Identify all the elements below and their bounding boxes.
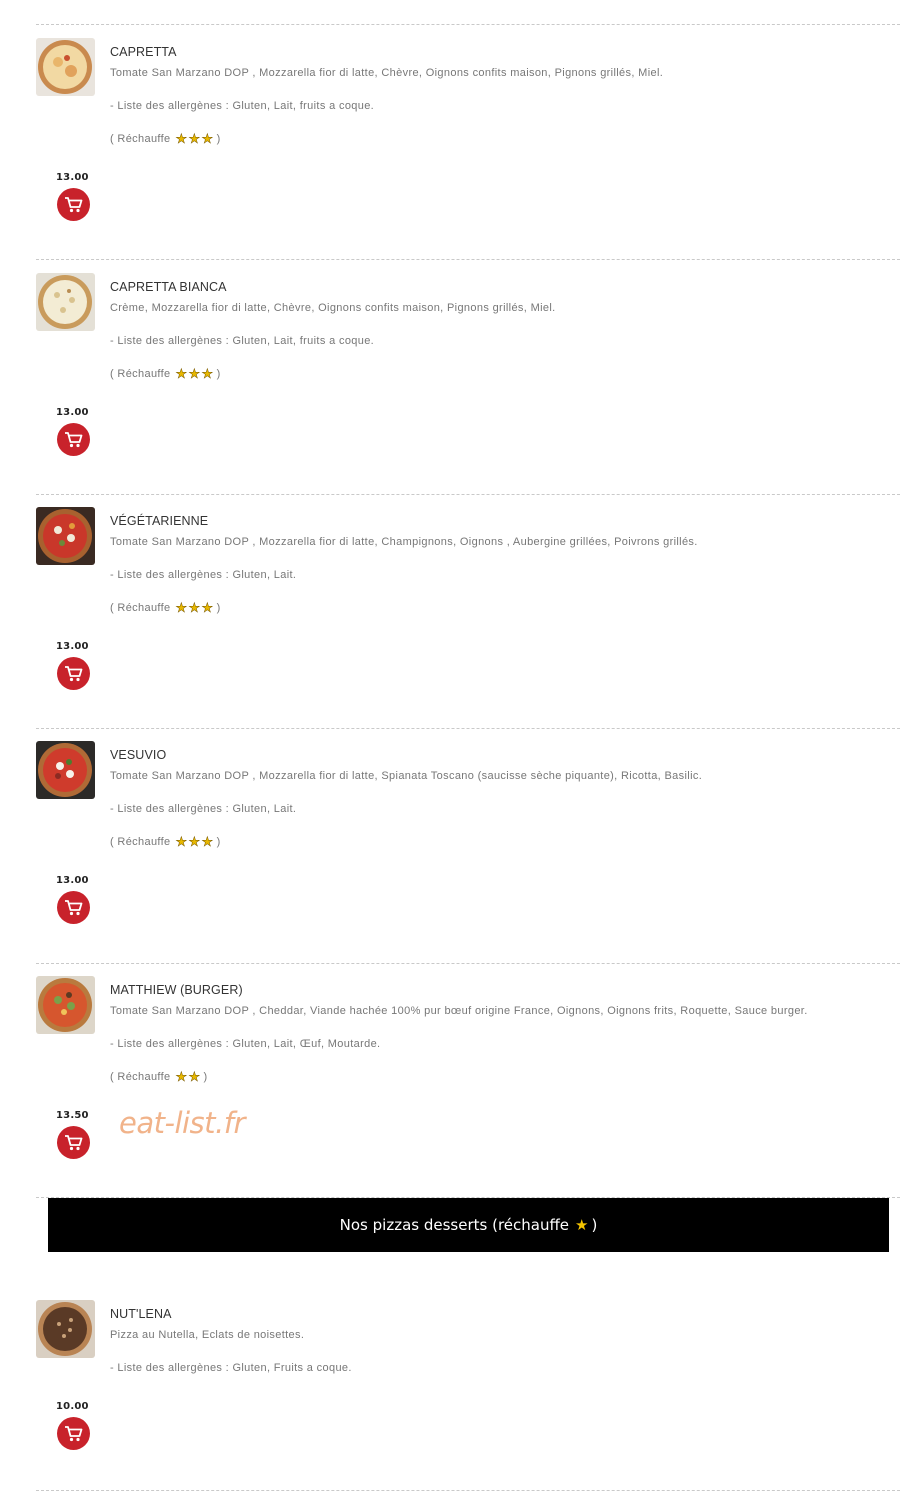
star-icon: ★ <box>175 834 188 849</box>
cart-icon <box>65 900 83 916</box>
item-price: 13.00 <box>56 407 89 418</box>
item-description: Tomate San Marzano DOP , Mozzarella fior… <box>110 67 664 79</box>
add-to-cart-button[interactable] <box>57 1126 90 1159</box>
item-price: 13.00 <box>56 172 89 183</box>
item-allergens: - Liste des allergènes : Gluten, Lait. <box>110 803 297 815</box>
star-icon: ★ <box>201 131 214 146</box>
item-name: CAPRETTA <box>110 45 177 59</box>
item-name: MATTHIEW (BURGER) <box>110 983 243 997</box>
star-icon: ★ <box>201 834 214 849</box>
item-divider <box>36 24 900 25</box>
add-to-cart-button[interactable] <box>57 657 90 690</box>
item-price: 13.50 <box>56 1110 89 1121</box>
heat-level: ( Réchauffe ★ ★ ★ ) <box>110 834 221 849</box>
menu-item: NUT'LENA Pizza au Nutella, Eclats de noi… <box>36 1300 900 1500</box>
add-to-cart-button[interactable] <box>57 891 90 924</box>
watermark: eat-list.fr <box>119 1106 245 1140</box>
cart-icon <box>65 197 83 213</box>
heat-label: ( Réchauffe <box>110 1070 171 1083</box>
section-header-dessert-pizzas: Nos pizzas desserts (réchauffe ★ ) <box>48 1198 889 1252</box>
heat-label: ( Réchauffe <box>110 601 171 614</box>
star-icon: ★ <box>175 131 188 146</box>
heat-close: ) <box>203 1070 208 1083</box>
add-to-cart-button[interactable] <box>57 1417 90 1450</box>
pizza-image[interactable] <box>36 976 95 1034</box>
heat-close: ) <box>216 835 221 848</box>
item-divider <box>36 728 900 729</box>
item-allergens: - Liste des allergènes : Gluten, Lait, f… <box>110 100 375 112</box>
item-description: Tomate San Marzano DOP , Cheddar, Viande… <box>110 1005 808 1017</box>
item-name: VESUVIO <box>110 748 167 762</box>
pizza-image[interactable] <box>36 273 95 331</box>
star-icon: ★ <box>188 131 201 146</box>
cart-icon <box>65 1135 83 1151</box>
star-icon: ★ <box>188 366 201 381</box>
section-title-close: ) <box>591 1216 598 1234</box>
menu-item: CAPRETTA Tomate San Marzano DOP , Mozzar… <box>36 38 900 238</box>
pizza-image[interactable] <box>36 741 95 799</box>
cart-icon <box>65 1426 83 1442</box>
menu-item: VESUVIO Tomate San Marzano DOP , Mozzare… <box>36 741 900 941</box>
heat-close: ) <box>216 367 221 380</box>
heat-label: ( Réchauffe <box>110 132 171 145</box>
add-to-cart-button[interactable] <box>57 423 90 456</box>
heat-close: ) <box>216 601 221 614</box>
star-icon: ★ <box>575 1216 589 1234</box>
item-allergens: - Liste des allergènes : Gluten, Lait, f… <box>110 335 375 347</box>
star-icon: ★ <box>175 366 188 381</box>
item-description: Tomate San Marzano DOP , Mozzarella fior… <box>110 536 698 548</box>
add-to-cart-button[interactable] <box>57 188 90 221</box>
star-icon: ★ <box>201 366 214 381</box>
pizza-image[interactable] <box>36 507 95 565</box>
star-icon: ★ <box>175 1069 188 1084</box>
item-name: CAPRETTA BIANCA <box>110 280 227 294</box>
item-description: Tomate San Marzano DOP , Mozzarella fior… <box>110 770 703 782</box>
section-title: Nos pizzas desserts (réchauffe <box>339 1216 570 1234</box>
star-icon: ★ <box>188 1069 201 1084</box>
star-icon: ★ <box>188 600 201 615</box>
item-price: 13.00 <box>56 641 89 652</box>
item-name: VÉGÉTARIENNE <box>110 514 209 528</box>
item-description: Crème, Mozzarella fior di latte, Chèvre,… <box>110 302 556 314</box>
item-allergens: - Liste des allergènes : Gluten, Lait, Œ… <box>110 1038 381 1050</box>
heat-label: ( Réchauffe <box>110 835 171 848</box>
item-divider <box>36 963 900 964</box>
item-divider <box>36 259 900 260</box>
heat-close: ) <box>216 132 221 145</box>
heat-level: ( Réchauffe ★ ★ ★ ) <box>110 131 221 146</box>
item-price: 13.00 <box>56 875 89 886</box>
item-divider <box>36 494 900 495</box>
menu-item: VÉGÉTARIENNE Tomate San Marzano DOP , Mo… <box>36 507 900 707</box>
menu-item: CAPRETTA BIANCA Crème, Mozzarella fior d… <box>36 273 900 473</box>
heat-level: ( Réchauffe ★ ★ ★ ) <box>110 600 221 615</box>
cart-icon <box>65 432 83 448</box>
pizza-image[interactable] <box>36 38 95 96</box>
heat-level: ( Réchauffe ★ ★ ★ ) <box>110 366 221 381</box>
star-icon: ★ <box>188 834 201 849</box>
item-description: Pizza au Nutella, Eclats de noisettes. <box>110 1329 305 1341</box>
heat-level: ( Réchauffe ★ ★ ) <box>110 1069 208 1084</box>
cart-icon <box>65 666 83 682</box>
pizza-image[interactable] <box>36 1300 95 1358</box>
item-name: NUT'LENA <box>110 1307 172 1321</box>
menu-item: MATTHIEW (BURGER) Tomate San Marzano DOP… <box>36 976 900 1176</box>
heat-label: ( Réchauffe <box>110 367 171 380</box>
item-price: 10.00 <box>56 1401 89 1412</box>
star-icon: ★ <box>201 600 214 615</box>
star-icon: ★ <box>175 600 188 615</box>
item-allergens: - Liste des allergènes : Gluten, Fruits … <box>110 1362 352 1374</box>
item-allergens: - Liste des allergènes : Gluten, Lait. <box>110 569 297 581</box>
